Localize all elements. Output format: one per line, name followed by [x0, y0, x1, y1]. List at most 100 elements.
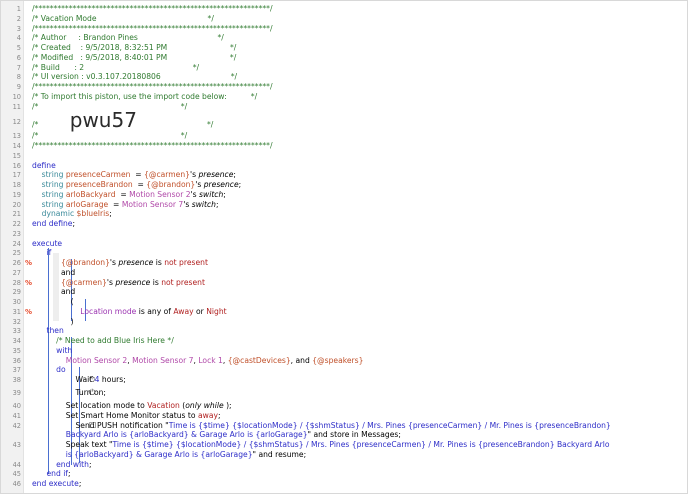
- line-number: 10: [12, 92, 21, 101]
- condition-flag-icon: %: [25, 278, 33, 287]
- code-text: /* Build : 2 */: [32, 63, 199, 73]
- code-text: /***************************************…: [32, 24, 273, 34]
- code-line: 21 dynamic $blueIris;: [1, 209, 687, 219]
- code-token: presenceCarmen: [65, 170, 131, 180]
- code-text: and: [32, 287, 75, 297]
- line-number: 20: [12, 200, 21, 209]
- line-number: 2: [16, 14, 21, 23]
- code-token: /* UI version : v0.3.107.20180806 */: [32, 72, 238, 82]
- code-token: is {arloBackyard} & Garage Arlo is {arlo…: [32, 449, 253, 459]
- code-viewer: 1 /**************************************…: [0, 0, 688, 494]
- code-token: " and store in Messages;: [307, 430, 401, 440]
- code-token: Send PUSH notification ": [32, 420, 169, 430]
- code-line: 18 string presenceBrandon = {@brandon}'s…: [1, 180, 687, 190]
- line-number: 37: [12, 366, 21, 375]
- code-text: /* Modified : 9/5/2018, 8:40:01 PM */: [32, 53, 236, 63]
- code-token: /* Created : 9/5/2018, 8:32:51 PM */: [32, 43, 237, 52]
- line-number: 34: [12, 337, 21, 345]
- code-token: ;: [217, 410, 221, 420]
- code-line: 12 /* pwu57 */: [1, 110, 687, 133]
- code-token: ;: [223, 189, 226, 199]
- line-number: 3: [16, 24, 21, 33]
- code-line: 37 do: [1, 365, 687, 375]
- code-line: 3 /**************************************…: [1, 24, 687, 34]
- code-line: 15: [1, 151, 687, 161]
- code-token: ;: [109, 209, 112, 219]
- code-token: do: [32, 365, 66, 375]
- line-number: 31: [12, 307, 21, 316]
- code-token: Away: [173, 306, 194, 316]
- line-number: 26: [12, 259, 21, 267]
- code-token: ;: [238, 180, 242, 189]
- code-text: end define;: [32, 219, 75, 229]
- line-number: 19: [12, 190, 21, 199]
- code-line: 36 Motion Sensor 2, Motion Sensor 7, Loc…: [1, 356, 687, 366]
- code-token: Lock 1: [198, 355, 223, 365]
- code-text: /* Need to add Blue Iris Here */: [32, 336, 174, 346]
- line-number: 7: [16, 63, 21, 72]
- code-text: end with;: [32, 459, 92, 470]
- code-line: 32 ): [1, 317, 687, 327]
- code-token: /* Need to add Blue Iris Here */: [32, 336, 174, 345]
- code-token: {@brandon}: [32, 258, 110, 267]
- code-token: " and resume;: [252, 449, 307, 459]
- code-token: /***************************************…: [32, 4, 273, 13]
- code-token: Motion Sensor 2: [129, 189, 191, 199]
- code-token: switch: [199, 189, 224, 199]
- code-token: presence: [115, 277, 151, 287]
- line-number: 29: [12, 288, 21, 297]
- code-token: ;: [68, 469, 71, 479]
- code-line: 22 end define;: [1, 219, 687, 229]
- line-number: 30: [12, 298, 21, 306]
- code-token: {@speakers}: [312, 355, 364, 365]
- code-text: Set Smart Home Monitor status to away;: [32, 411, 221, 421]
- code-text: Speak text "Time is {$time} {$locationMo…: [32, 440, 610, 450]
- code-text: string presenceBrandon = {@brandon}'s pr…: [32, 180, 242, 190]
- code-token: Backyard Arlo is {arloBackyard} & Garage…: [32, 430, 308, 440]
- line-number: 17: [12, 171, 21, 180]
- code-token: Time is {$time} {$locationMode} / {$shmS…: [112, 440, 610, 449]
- code-token: hours;: [99, 375, 126, 384]
- line-number: 42: [12, 421, 21, 430]
- code-token: ;: [78, 479, 82, 488]
- code-token: ;: [215, 199, 219, 209]
- code-token: only while: [185, 401, 224, 410]
- code-token: Night: [206, 306, 227, 316]
- code-text: ): [32, 317, 74, 327]
- code-token: Location mode: [32, 306, 137, 316]
- code-text: execute: [32, 239, 62, 249]
- code-line: 5 /* Created : 9/5/2018, 8:32:51 PM */: [1, 43, 687, 53]
- code-text: define: [32, 161, 56, 171]
- code-token: Speak text ": [32, 440, 113, 449]
- code-token: {@carmen}: [32, 277, 107, 287]
- code-line: 13 /* */: [1, 131, 687, 141]
- code-token: string: [32, 170, 66, 180]
- code-line: 10 /* To import this piston, use the impo…: [1, 92, 687, 102]
- line-number: 11: [12, 102, 21, 111]
- code-text: (: [32, 297, 74, 307]
- code-token: {@castDevices}: [227, 355, 291, 365]
- code-text: do: [32, 365, 66, 375]
- code-token: ;: [72, 219, 76, 228]
- condition-flag-icon: %: [25, 307, 33, 316]
- line-number: 36: [12, 356, 21, 365]
- code-text: /* Created : 9/5/2018, 8:32:51 PM */: [32, 43, 236, 53]
- code-line: 42 Send PUSH notification "Time is {$tim…: [1, 421, 687, 431]
- code-token: */: [136, 120, 214, 130]
- code-text: and: [32, 268, 75, 278]
- code-text: /***************************************…: [32, 4, 273, 14]
- code-token: /* Modified : 9/5/2018, 8:40:01 PM */: [32, 52, 237, 62]
- code-token: define: [32, 160, 56, 170]
- code-token: =: [130, 170, 145, 180]
- code-line: 31% Location mode is any of Away or Nigh…: [1, 307, 687, 317]
- line-number: 13: [12, 132, 21, 141]
- code-line: 6 /* Modified : 9/5/2018, 8:40:01 PM */: [1, 53, 687, 63]
- code-token: ;: [88, 459, 92, 469]
- code-text: Location mode is any of Away or Night: [32, 306, 227, 317]
- line-number: 4: [16, 34, 21, 43]
- code-text: end execute;: [32, 479, 81, 489]
- line-number: 39: [12, 389, 21, 397]
- code-line: 39 Turn on; ⏻: [1, 388, 687, 398]
- code-token: and: [32, 267, 76, 277]
- code-token: end execute: [32, 479, 79, 488]
